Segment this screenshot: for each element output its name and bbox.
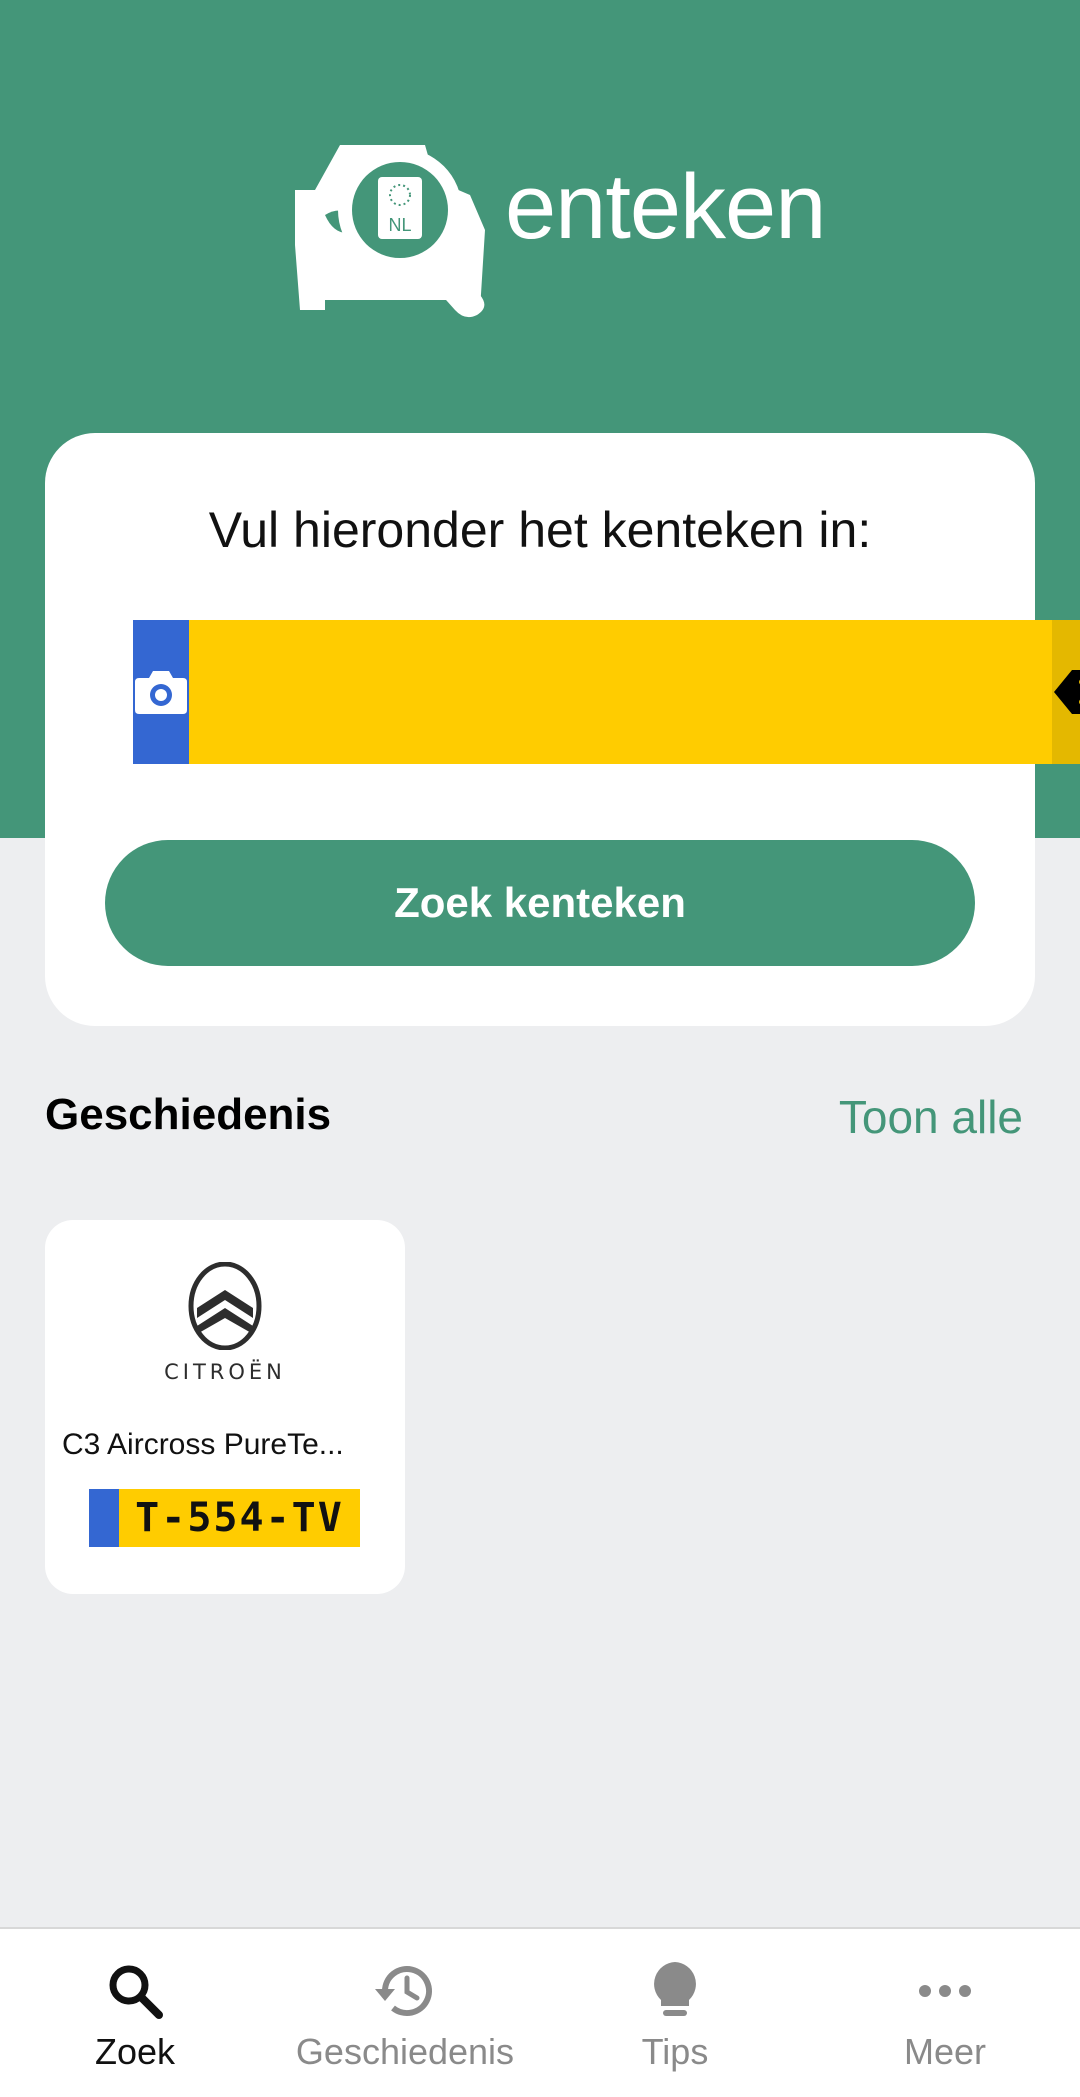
- nav-label-more: Meer: [903, 2031, 987, 2072]
- camera-button[interactable]: [133, 620, 189, 764]
- license-plate: T-554-TV: [89, 1489, 360, 1547]
- backspace-clear-icon: [1054, 670, 1080, 714]
- plate-eu-strip: [89, 1489, 119, 1547]
- license-plate-field[interactable]: [189, 620, 1052, 764]
- plate-number: T-554-TV: [119, 1489, 360, 1547]
- nav-label-history: Geschiedenis: [295, 2031, 515, 2072]
- nav-item-tips[interactable]: Tips: [540, 1929, 810, 2097]
- nav-label-search: Zoek: [94, 2031, 176, 2072]
- nav-item-history[interactable]: Geschiedenis: [270, 1929, 540, 2097]
- license-plate-input-group: [133, 620, 1080, 764]
- history-icon: [373, 1959, 437, 2023]
- bottom-navigation: Zoek Geschiedenis Tips Meer: [0, 1927, 1080, 2097]
- history-item-card[interactable]: CITROËN C3 Aircross PureTe... T-554-TV: [45, 1220, 405, 1594]
- history-section-title: Geschiedenis: [45, 1090, 332, 1139]
- camera-icon: [135, 671, 187, 714]
- search-card: Vul hieronder het kenteken in: Zoek kent…: [45, 433, 1080, 1026]
- search-icon: [103, 1959, 167, 2023]
- nav-item-search[interactable]: Zoek: [0, 1929, 270, 2097]
- nl-plate-label: NL: [388, 215, 411, 235]
- lightbulb-icon: [643, 1959, 707, 2023]
- nav-item-more[interactable]: Meer: [810, 1929, 1080, 2097]
- brand-name: CITROËN: [164, 1360, 286, 1384]
- brand-logo: CITROËN: [45, 1262, 405, 1402]
- nav-label-tips: Tips: [641, 2031, 709, 2072]
- car-model: C3 Aircross PureTe...: [62, 1428, 344, 1461]
- clear-input-button[interactable]: [1052, 620, 1080, 764]
- citroen-chevron-logo-icon: [188, 1262, 262, 1350]
- logo-text: enteken: [505, 156, 826, 258]
- search-card-title: Vul hieronder het kenteken in:: [208, 502, 872, 558]
- more-icon: [913, 1959, 977, 2023]
- app-logo: NL enteken: [285, 135, 826, 325]
- show-all-link[interactable]: Toon alle: [839, 1090, 1023, 1144]
- search-plate-button[interactable]: Zoek kenteken: [105, 840, 975, 966]
